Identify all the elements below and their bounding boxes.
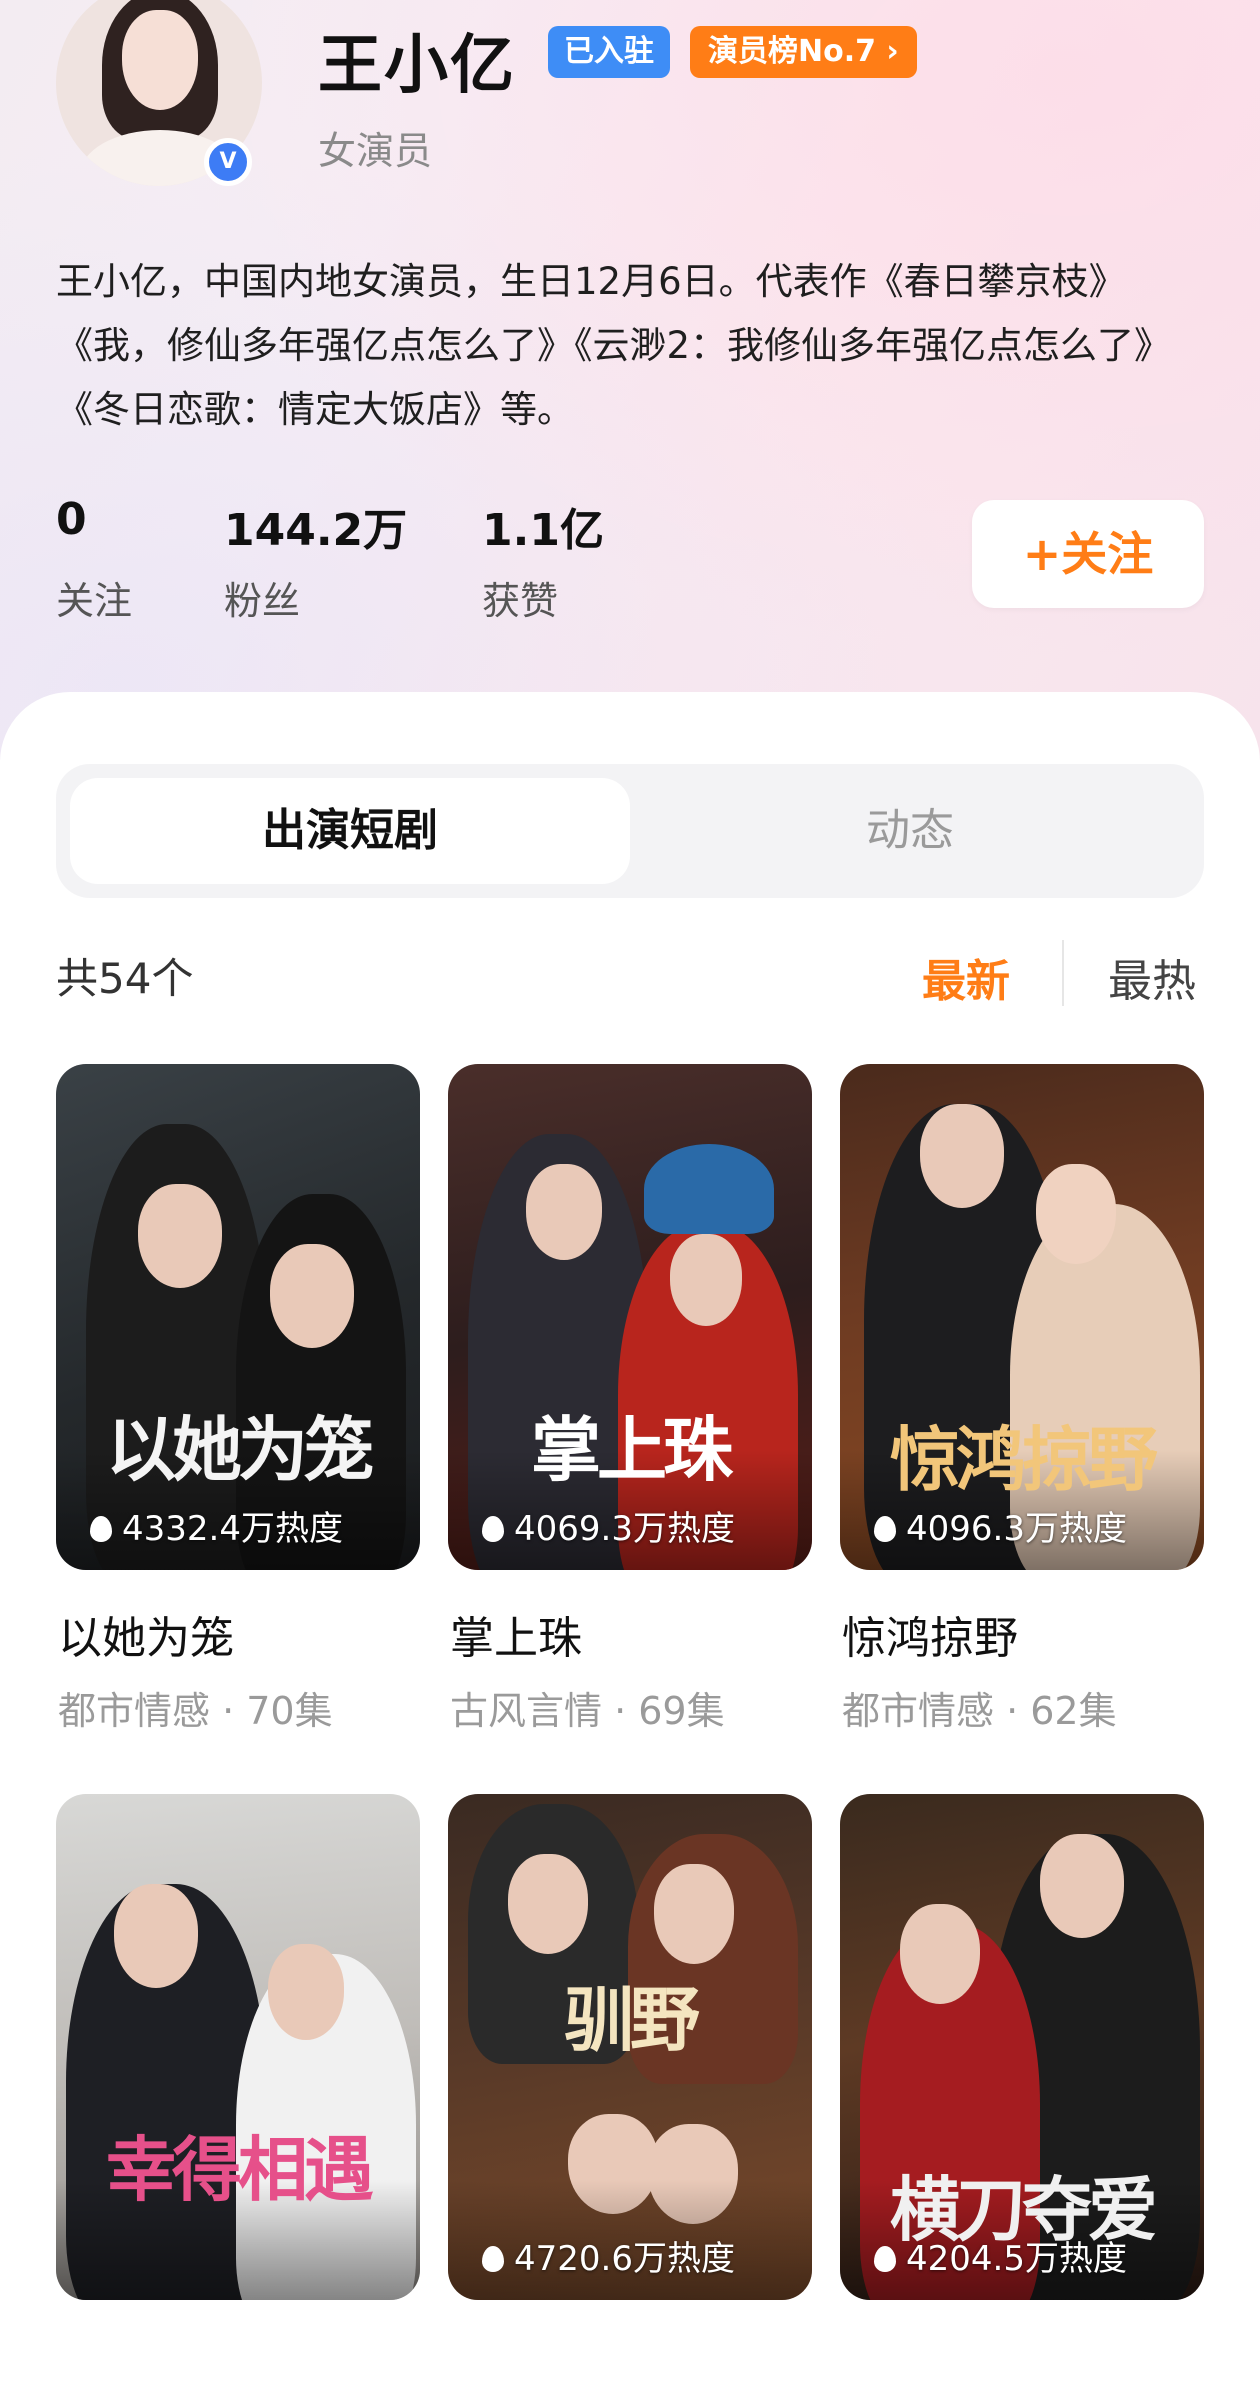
drama-title[interactable]: 掌上珠 (450, 1602, 582, 1666)
drama-card[interactable]: 幸得相遇 (56, 1794, 420, 2300)
following-label[interactable]: 关注 (56, 570, 132, 625)
heat-label: 4069.3万热度 (482, 1501, 735, 1550)
flame-icon (482, 1516, 504, 1542)
following-count[interactable]: 0 (56, 494, 87, 545)
drama-card[interactable]: 横刀夺爱 4204.5万热度 (840, 1794, 1204, 2300)
fans-label[interactable]: 粉丝 (224, 570, 300, 625)
drama-meta: 都市情感 · 70集 (58, 1689, 333, 1733)
poster-title: 惊鸿掠野 (890, 1418, 1158, 1501)
heat-label: 4096.3万热度 (874, 1501, 1127, 1550)
poster-title: 以她为笼 (106, 1408, 374, 1491)
drama-poster[interactable]: 掌上珠 4069.3万热度 (448, 1064, 812, 1570)
poster-title: 幸得相遇 (106, 2128, 374, 2211)
fans-count[interactable]: 144.2万 (224, 494, 407, 558)
sort-hottest-button[interactable]: 最热 (1108, 945, 1196, 1009)
flame-icon (874, 1516, 896, 1542)
sort-divider (1062, 940, 1064, 1006)
drama-poster[interactable]: 横刀夺爱 4204.5万热度 (840, 1794, 1204, 2300)
drama-poster[interactable]: 以她为笼 4332.4万热度 (56, 1064, 420, 1570)
flame-icon (874, 2246, 896, 2272)
profile-name: 王小亿 (318, 29, 516, 103)
likes-count: 1.1亿 (482, 505, 604, 556)
poster-title: 驯野 (564, 1978, 700, 2061)
actor-rank-badge[interactable]: 演员榜No.7 › (690, 26, 917, 78)
drama-card[interactable]: 惊鸿掠野 4096.3万热度 惊鸿掠野 都市情感 · 62集 (840, 1064, 1204, 1733)
flame-icon (90, 1516, 112, 1542)
drama-meta: 古风言情 · 69集 (450, 1689, 725, 1733)
sort-newest-button[interactable]: 最新 (922, 945, 1010, 1009)
tab-updates[interactable]: 动态 (630, 778, 1190, 884)
heat-label: 4332.4万热度 (90, 1501, 343, 1550)
likes-label: 获赞 (482, 579, 559, 623)
poster-title: 掌上珠 (531, 1408, 733, 1491)
verified-icon: V (204, 138, 252, 186)
heat-label: 4720.6万热度 (482, 2231, 735, 2280)
settled-badge: 已入驻 (548, 26, 670, 78)
heat-label: 4204.5万热度 (874, 2231, 1127, 2280)
profile-bio: 王小亿，中国内地女演员，生日12月6日。代表作《春日攀京枝》《我，修仙多年强亿点… (56, 260, 1172, 431)
drama-card[interactable]: 驯野 4720.6万热度 (448, 1794, 812, 2300)
drama-count: 共54个 (56, 954, 194, 1003)
drama-meta: 都市情感 · 62集 (842, 1689, 1117, 1733)
follow-button[interactable]: +关注 (972, 500, 1204, 608)
drama-title[interactable]: 惊鸿掠野 (842, 1602, 1018, 1666)
drama-card[interactable]: 掌上珠 4069.3万热度 掌上珠 古风言情 · 69集 (448, 1064, 812, 1733)
drama-poster[interactable]: 驯野 4720.6万热度 (448, 1794, 812, 2300)
drama-title[interactable]: 以她为笼 (58, 1602, 234, 1666)
tab-short-dramas[interactable]: 出演短剧 (70, 778, 630, 884)
drama-card[interactable]: 以她为笼 4332.4万热度 以她为笼 都市情感 · 70集 (56, 1064, 420, 1733)
flame-icon (482, 2246, 504, 2272)
drama-poster[interactable]: 幸得相遇 (56, 1794, 420, 2300)
profile-role: 女演员 (318, 129, 433, 173)
drama-poster[interactable]: 惊鸿掠野 4096.3万热度 (840, 1064, 1204, 1570)
